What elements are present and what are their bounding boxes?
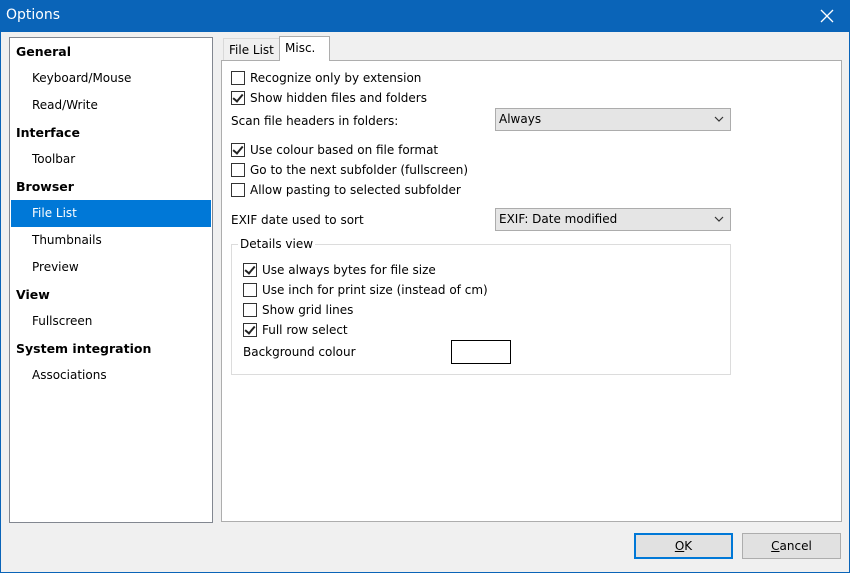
checkbox-checked[interactable] (243, 323, 257, 337)
option-inch-print[interactable]: Use inch for print size (instead of cm) (243, 281, 488, 299)
category-list[interactable]: General Keyboard/Mouse Read/Write Interf… (9, 37, 213, 523)
scan-headers-dropdown[interactable]: Always (495, 108, 731, 131)
window-title: Options (6, 7, 61, 23)
checkbox[interactable] (243, 283, 257, 297)
background-colour-label: Background colour (243, 345, 356, 359)
checkbox-label: Go to the next subfolder (fullscreen) (250, 163, 469, 177)
nav-item-file-list[interactable]: File List (11, 200, 211, 227)
cancel-button[interactable]: Cancel (742, 533, 841, 559)
checkbox-checked[interactable] (231, 91, 245, 105)
option-grid-lines[interactable]: Show grid lines (243, 301, 353, 319)
checkbox-checked[interactable] (243, 263, 257, 277)
checkbox-label: Use colour based on file format (250, 143, 439, 157)
close-button[interactable] (804, 0, 850, 32)
scan-headers-label: Scan file headers in folders: (231, 114, 399, 128)
nav-item-toolbar[interactable]: Toolbar (11, 146, 211, 173)
background-colour-swatch[interactable] (451, 340, 511, 364)
option-use-colour[interactable]: Use colour based on file format (231, 141, 438, 159)
chevron-down-icon (714, 216, 724, 222)
checkbox[interactable] (243, 303, 257, 317)
checkbox-label: Allow pasting to selected subfolder (250, 183, 461, 197)
ok-label-rest: K (684, 539, 693, 553)
cancel-mnemonic: C (771, 539, 780, 553)
cancel-label-rest: ancel (779, 539, 812, 553)
checkbox-label: Use inch for print size (instead of cm) (262, 283, 488, 297)
checkbox-label: Full row select (262, 323, 348, 337)
nav-item-fullscreen[interactable]: Fullscreen (11, 308, 211, 335)
nav-category-view[interactable]: View (11, 281, 211, 308)
option-show-hidden[interactable]: Show hidden files and folders (231, 89, 427, 107)
exif-sort-label: EXIF date used to sort (231, 213, 364, 227)
checkbox-label: Show hidden files and folders (250, 91, 427, 105)
nav-item-read-write[interactable]: Read/Write (11, 92, 211, 119)
checkbox[interactable] (231, 183, 245, 197)
ok-button[interactable]: OK (634, 533, 733, 559)
checkbox-checked[interactable] (231, 143, 245, 157)
nav-category-interface[interactable]: Interface (11, 119, 211, 146)
option-recognize-extension[interactable]: Recognize only by extension (231, 69, 421, 87)
option-full-row[interactable]: Full row select (243, 321, 348, 339)
nav-category-general[interactable]: General (11, 38, 211, 65)
chevron-down-icon (714, 116, 724, 122)
close-icon (820, 9, 834, 23)
option-bytes-size[interactable]: Use always bytes for file size (243, 261, 436, 279)
exif-sort-dropdown[interactable]: EXIF: Date modified (495, 208, 731, 231)
tab-file-list[interactable]: File List (223, 38, 280, 62)
nav-item-preview[interactable]: Preview (11, 254, 211, 281)
tab-misc[interactable]: Misc. (279, 36, 330, 61)
checkbox[interactable] (231, 163, 245, 177)
nav-item-associations[interactable]: Associations (11, 362, 211, 389)
option-next-subfolder[interactable]: Go to the next subfolder (fullscreen) (231, 161, 468, 179)
checkbox-label: Use always bytes for file size (262, 263, 436, 277)
checkbox[interactable] (231, 71, 245, 85)
checkbox-label: Recognize only by extension (250, 71, 422, 85)
title-bar: Options (0, 0, 850, 32)
ok-mnemonic: O (674, 539, 685, 553)
dropdown-value: Always (499, 112, 542, 126)
option-allow-pasting[interactable]: Allow pasting to selected subfolder (231, 181, 461, 199)
dropdown-value: EXIF: Date modified (499, 212, 618, 226)
nav-item-thumbnails[interactable]: Thumbnails (11, 227, 211, 254)
group-legend: Details view (238, 237, 316, 251)
checkbox-label: Show grid lines (262, 303, 354, 317)
nav-item-keyboard-mouse[interactable]: Keyboard/Mouse (11, 65, 211, 92)
nav-category-browser[interactable]: Browser (11, 173, 211, 200)
nav-category-system-integration[interactable]: System integration (11, 335, 211, 362)
